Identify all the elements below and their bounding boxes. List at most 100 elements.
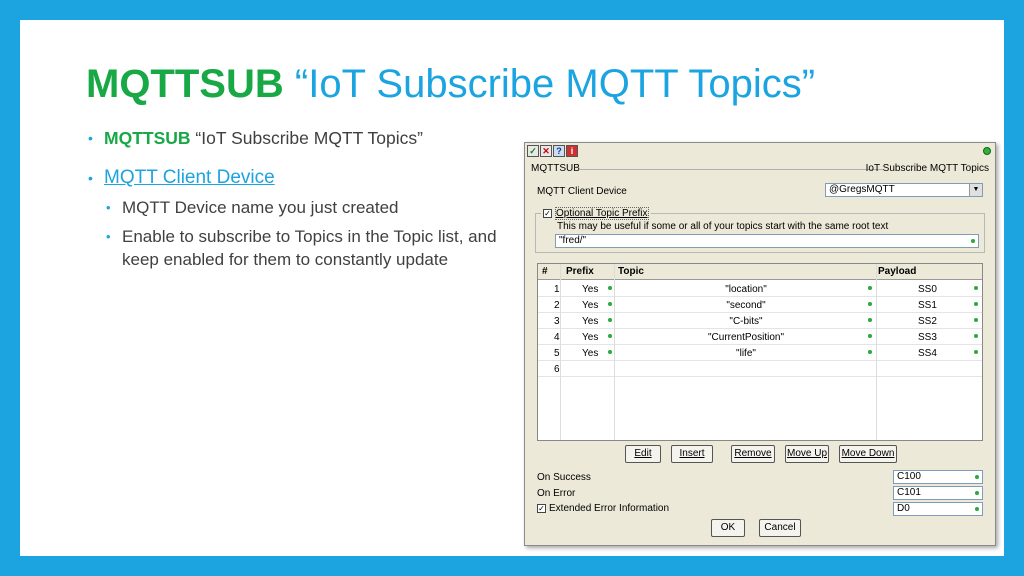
- client-device-link[interactable]: MQTT Client Device: [104, 167, 275, 188]
- on-success-input[interactable]: C100: [893, 470, 983, 484]
- move-up-button[interactable]: Move Up: [785, 445, 829, 463]
- row-prefix: Yes: [582, 332, 599, 343]
- row-topic: "life": [736, 348, 756, 359]
- row-prefix: Yes: [582, 300, 599, 311]
- group-divider: [579, 169, 883, 170]
- row-num: 5: [554, 348, 560, 359]
- on-success-status-icon: [975, 475, 979, 479]
- info-icon[interactable]: i: [566, 145, 578, 157]
- prefix-status-icon: [608, 286, 612, 290]
- row-payload: SS1: [918, 300, 937, 311]
- payload-status-icon: [974, 318, 978, 322]
- row-payload: SS2: [918, 316, 937, 327]
- prefix-status-icon: [608, 334, 612, 338]
- payload-status-icon: [974, 302, 978, 306]
- bullet-mqttsub: MQTTSUB “IoT Subscribe MQTT Topics”: [88, 126, 498, 150]
- row-prefix: Yes: [582, 284, 599, 295]
- row-payload: SS4: [918, 348, 937, 359]
- header-payload: Payload: [878, 266, 917, 277]
- row-num: 1: [554, 284, 560, 295]
- prefix-input[interactable]: "fred/": [555, 234, 979, 248]
- cancel-button[interactable]: Cancel: [759, 519, 801, 537]
- row-payload: SS3: [918, 332, 937, 343]
- edit-button[interactable]: Edit: [625, 445, 661, 463]
- on-success-value: C100: [897, 471, 921, 482]
- topic-status-icon: [868, 350, 872, 354]
- row-num: 6: [554, 364, 560, 375]
- extended-error-value: D0: [897, 503, 910, 514]
- on-error-value: C101: [897, 487, 921, 498]
- extended-error-row[interactable]: ✓ Extended Error Information: [537, 503, 669, 514]
- prefix-checkbox-label: Optional Topic Prefix: [555, 207, 649, 220]
- prefix-status-icon: [608, 350, 612, 354]
- mqttsub-dialog: ✓ ✕ ? i MQTTSUB IoT Subscribe MQTT Topic…: [524, 142, 996, 546]
- table-row[interactable]: 2 Yes "second" SS1: [538, 297, 982, 313]
- extended-error-label: Extended Error Information: [549, 503, 670, 514]
- table-row[interactable]: 1 Yes "location" SS0: [538, 281, 982, 297]
- insert-button[interactable]: Insert: [671, 445, 713, 463]
- bullet-list: MQTTSUB “IoT Subscribe MQTT Topics” MQTT…: [88, 126, 498, 271]
- sub-bullet-enable: Enable to subscribe to Topics in the Top…: [88, 225, 498, 271]
- client-device-select[interactable]: @GregsMQTT ▼: [825, 183, 983, 197]
- prefix-hint: This may be useful if some or all of you…: [557, 221, 889, 232]
- on-error-label: On Error: [537, 488, 576, 499]
- on-error-status-icon: [975, 491, 979, 495]
- header-prefix: Prefix: [566, 266, 594, 277]
- dialog-toolbar: ✓ ✕ ? i: [527, 145, 578, 158]
- help-icon[interactable]: ?: [553, 145, 565, 157]
- sub-bullet-device-name: MQTT Device name you just created: [88, 196, 498, 219]
- prefix-status-icon: [608, 302, 612, 306]
- table-row[interactable]: 6: [538, 361, 982, 377]
- row-payload: SS0: [918, 284, 937, 295]
- row-num: 3: [554, 316, 560, 327]
- status-indicator-icon: [983, 147, 991, 155]
- move-down-button[interactable]: Move Down: [839, 445, 897, 463]
- column-divider: [614, 264, 615, 440]
- table-header: # Prefix Topic Payload: [538, 264, 982, 280]
- group-title: MQTTSUB: [531, 163, 580, 174]
- topic-status-icon: [868, 318, 872, 322]
- title-rest: “IoT Subscribe MQTT Topics”: [294, 62, 816, 106]
- topic-table: # Prefix Topic Payload 1 Yes "location" …: [537, 263, 983, 441]
- prefix-status-icon: [971, 239, 975, 243]
- client-device-value: @GregsMQTT: [829, 184, 895, 195]
- on-error-input[interactable]: C101: [893, 486, 983, 500]
- prefix-status-icon: [608, 318, 612, 322]
- slide-title: MQTTSUB “IoT Subscribe MQTT Topics”: [86, 62, 815, 107]
- column-divider: [560, 264, 561, 440]
- payload-status-icon: [974, 286, 978, 290]
- row-topic: "second": [726, 300, 766, 311]
- chevron-down-icon[interactable]: ▼: [969, 184, 982, 196]
- close-icon[interactable]: ✕: [540, 145, 552, 157]
- bullet-rest: “IoT Subscribe MQTT Topics”: [195, 128, 423, 148]
- row-topic: "C-bits": [729, 316, 763, 327]
- header-num: #: [542, 266, 548, 277]
- topic-status-icon: [868, 286, 872, 290]
- table-row[interactable]: 5 Yes "life" SS4: [538, 345, 982, 361]
- remove-button[interactable]: Remove: [731, 445, 775, 463]
- row-num: 4: [554, 332, 560, 343]
- title-keyword: MQTTSUB: [86, 62, 284, 106]
- prefix-checkbox[interactable]: ✓: [543, 208, 552, 218]
- ok-button[interactable]: OK: [711, 519, 745, 537]
- table-row[interactable]: 4 Yes "CurrentPosition" SS3: [538, 329, 982, 345]
- header-topic: Topic: [618, 266, 644, 277]
- client-device-label: MQTT Client Device: [537, 186, 627, 197]
- row-prefix: Yes: [582, 348, 599, 359]
- bullet-client-device: MQTT Client Device: [88, 166, 498, 190]
- column-divider: [876, 264, 877, 440]
- extended-error-checkbox[interactable]: ✓: [537, 503, 546, 513]
- table-row[interactable]: 3 Yes "C-bits" SS2: [538, 313, 982, 329]
- topic-status-icon: [868, 302, 872, 306]
- check-icon[interactable]: ✓: [527, 145, 539, 157]
- on-success-label: On Success: [537, 472, 591, 483]
- bullet-keyword: MQTTSUB: [104, 128, 191, 148]
- extended-error-input[interactable]: D0: [893, 502, 983, 516]
- payload-status-icon: [974, 350, 978, 354]
- extended-error-status-icon: [975, 507, 979, 511]
- payload-status-icon: [974, 334, 978, 338]
- prefix-value: "fred/": [559, 235, 587, 246]
- topic-status-icon: [868, 334, 872, 338]
- row-topic: "CurrentPosition": [707, 332, 785, 343]
- prefix-checkbox-row[interactable]: ✓ Optional Topic Prefix: [541, 207, 651, 220]
